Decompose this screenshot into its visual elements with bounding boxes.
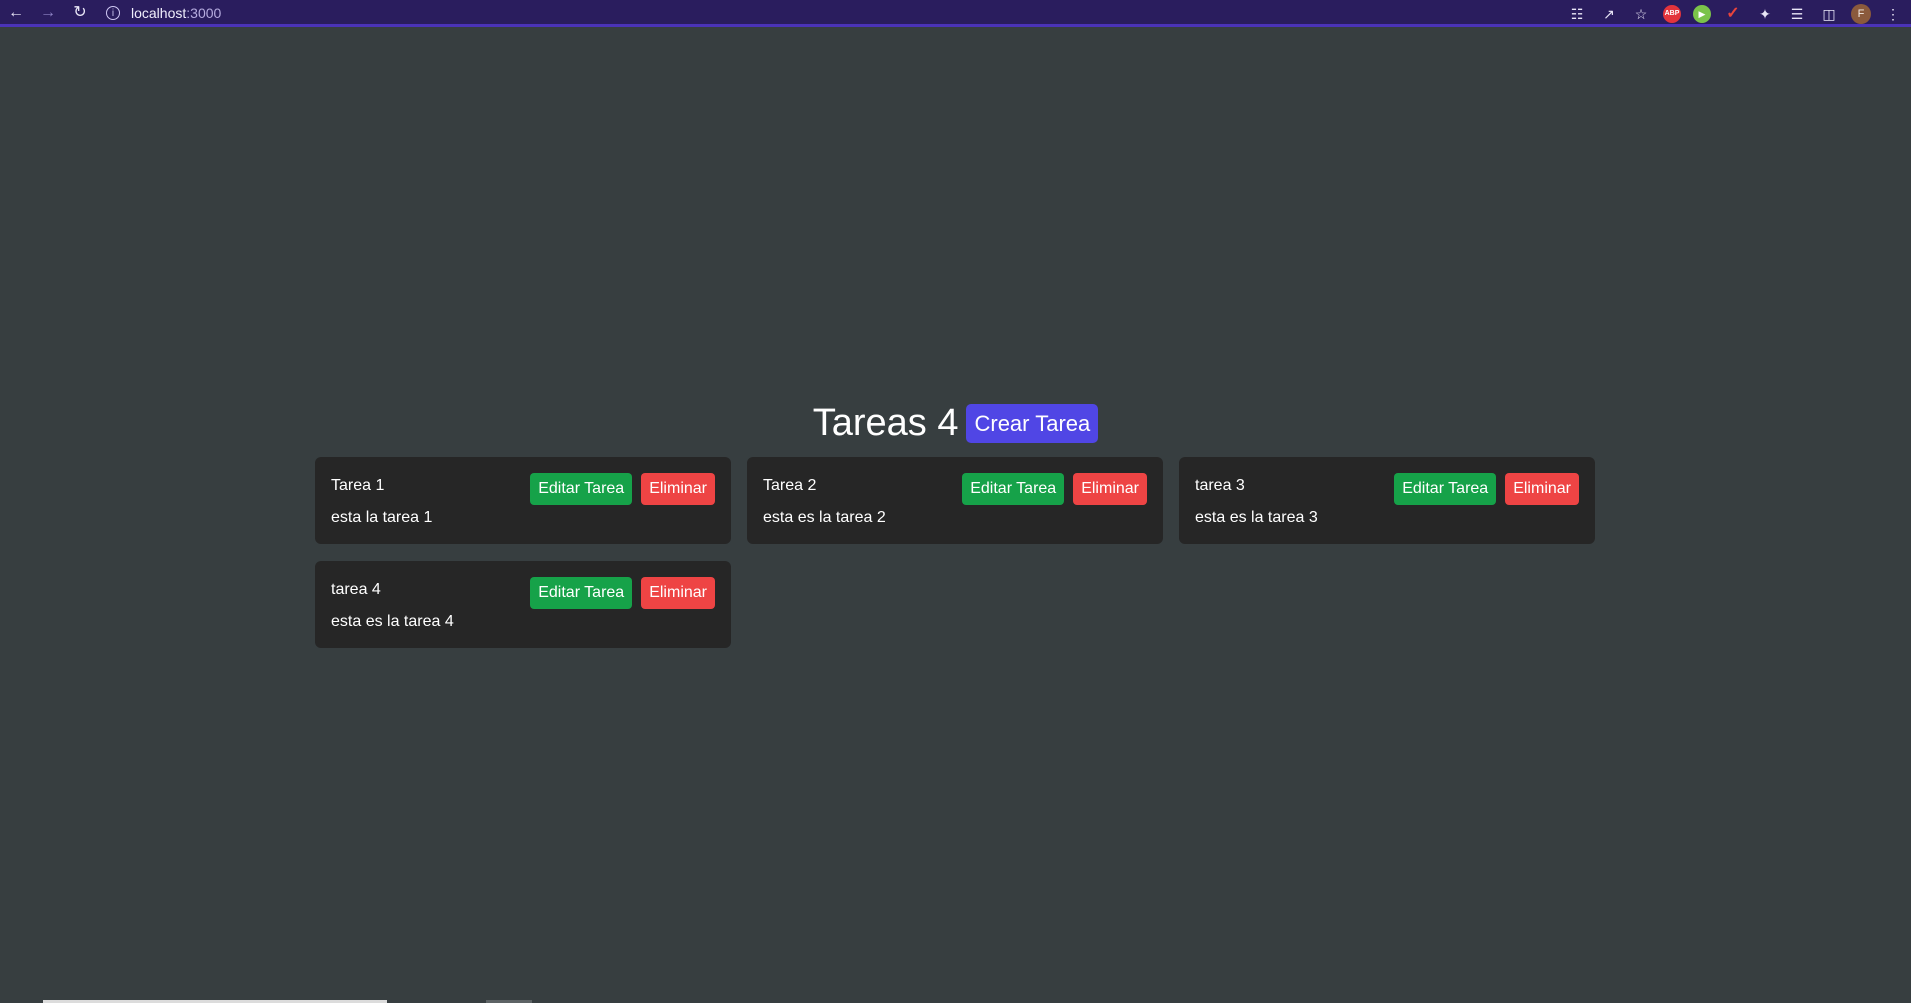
task-card: Tarea 2 esta es la tarea 2 Editar Tarea … (747, 457, 1163, 544)
edit-task-button[interactable]: Editar Tarea (1394, 473, 1497, 505)
edit-task-button[interactable]: Editar Tarea (962, 473, 1065, 505)
task-description: esta es la tarea 2 (763, 509, 886, 526)
delete-task-button[interactable]: Eliminar (1073, 473, 1147, 505)
task-title: Tarea 2 (763, 477, 817, 494)
task-grid: Tarea 1 esta la tarea 1 Editar Tarea Eli… (315, 457, 1596, 648)
task-card: tarea 3 esta es la tarea 3 Editar Tarea … (1179, 457, 1595, 544)
delete-task-button[interactable]: Eliminar (641, 473, 715, 505)
task-actions: Editar Tarea Eliminar (962, 473, 1147, 505)
task-card: Tarea 1 esta la tarea 1 Editar Tarea Eli… (315, 457, 731, 544)
site-info-icon[interactable]: i (106, 6, 120, 20)
url-port: :3000 (186, 5, 222, 21)
task-actions: Editar Tarea Eliminar (530, 577, 715, 609)
url-host: localhost (131, 5, 187, 21)
task-actions: Editar Tarea Eliminar (1394, 473, 1579, 505)
task-title: tarea 3 (1195, 477, 1245, 494)
delete-task-button[interactable]: Eliminar (1505, 473, 1579, 505)
edit-task-button[interactable]: Editar Tarea (530, 577, 633, 609)
task-actions: Editar Tarea Eliminar (530, 473, 715, 505)
delete-task-button[interactable]: Eliminar (641, 577, 715, 609)
menu-kebab-icon[interactable]: ⋮ (1883, 4, 1903, 24)
task-title: tarea 4 (331, 581, 381, 598)
page-header: Tareas 4 Crear Tarea (0, 401, 1911, 445)
side-panel-icon[interactable]: ◫ (1819, 4, 1839, 24)
browser-toolbar: ← → ↻ i localhost:3000 ☷ ↗ ☆ ABP ▶ ✓ ✦ ☰… (0, 0, 1911, 27)
extensions-puzzle-icon[interactable]: ✦ (1755, 4, 1775, 24)
page-title: Tareas 4 (812, 402, 959, 444)
back-arrow-icon[interactable]: ← (6, 3, 26, 23)
task-description: esta es la tarea 4 (331, 613, 454, 630)
address-bar[interactable]: i localhost:3000 (106, 2, 1536, 24)
browser-actions: ☷ ↗ ☆ ABP ▶ ✓ ✦ ☰ ◫ F ⋮ (1567, 0, 1911, 27)
translate-icon[interactable]: ☷ (1567, 4, 1587, 24)
task-description: esta es la tarea 3 (1195, 509, 1318, 526)
profile-avatar[interactable]: F (1851, 3, 1871, 24)
checkmark-extension-icon[interactable]: ✓ (1723, 4, 1743, 24)
forward-arrow-icon[interactable]: → (38, 3, 58, 23)
reading-list-icon[interactable]: ☰ (1787, 4, 1807, 24)
task-description: esta la tarea 1 (331, 509, 433, 526)
edit-task-button[interactable]: Editar Tarea (530, 473, 633, 505)
create-task-button[interactable]: Crear Tarea (966, 403, 1099, 443)
play-extension-icon[interactable]: ▶ (1693, 4, 1711, 23)
share-icon[interactable]: ↗ (1599, 4, 1619, 24)
task-title: Tarea 1 (331, 477, 385, 494)
bookmark-star-icon[interactable]: ☆ (1631, 4, 1651, 24)
reload-icon[interactable]: ↻ (70, 3, 90, 23)
adblock-extension-icon[interactable]: ABP (1663, 4, 1681, 23)
task-card: tarea 4 esta es la tarea 4 Editar Tarea … (315, 561, 731, 648)
